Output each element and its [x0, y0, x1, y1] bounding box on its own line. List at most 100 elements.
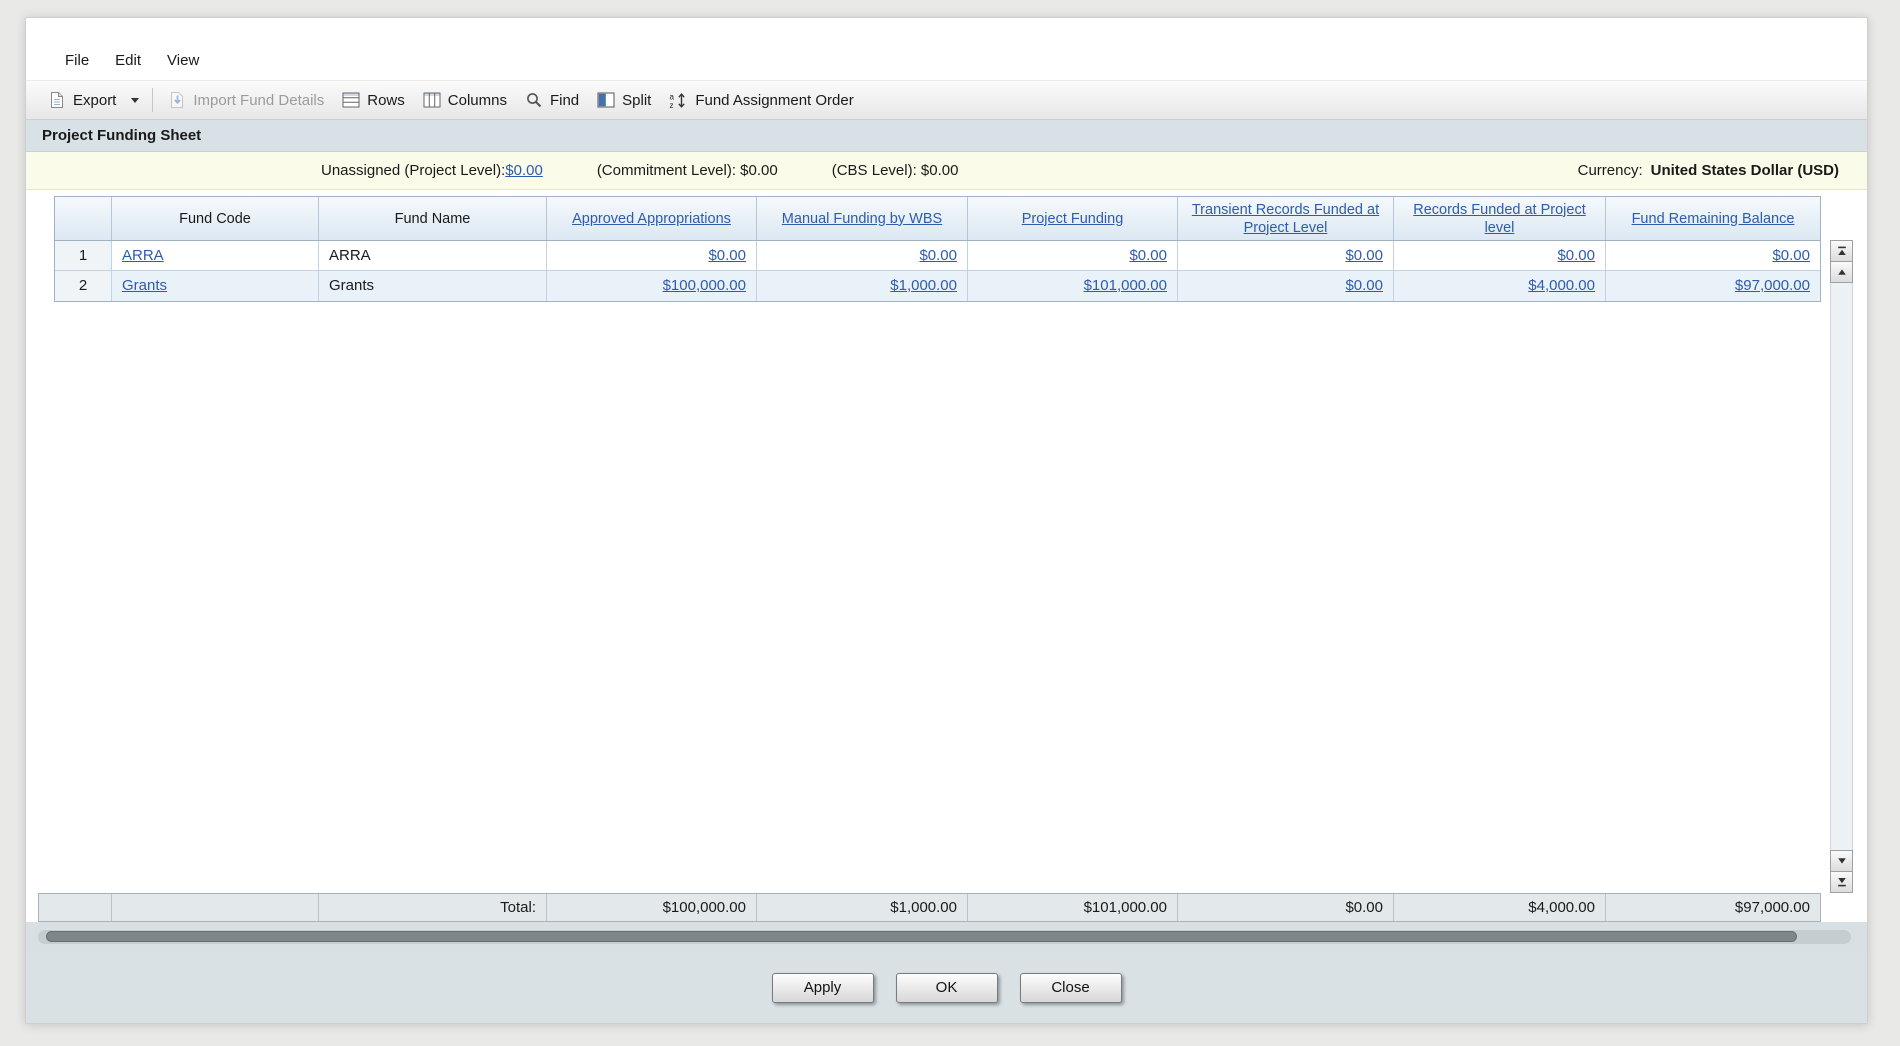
table-header-row: Fund Code Fund Name Approved Appropriati…: [55, 197, 1820, 241]
column-header-fund-code: Fund Code: [179, 210, 251, 227]
total-label: Total:: [319, 894, 547, 921]
approved-appropriations-link[interactable]: $0.00: [708, 247, 746, 264]
triangle-up-icon: [1837, 264, 1847, 281]
export-button[interactable]: Export: [40, 87, 125, 113]
currency-value: United States Dollar (USD): [1650, 162, 1839, 179]
total-transient-records: $0.00: [1178, 894, 1394, 921]
project-funding-link[interactable]: $101,000.00: [1084, 277, 1167, 294]
total-records-funded: $4,000.00: [1394, 894, 1606, 921]
triangle-down-bar-icon: [1837, 874, 1847, 891]
menu-view[interactable]: View: [154, 49, 212, 72]
columns-icon: [423, 92, 441, 108]
import-fund-details-label: Import Fund Details: [193, 91, 325, 109]
fund-name-cell: ARRA: [319, 241, 547, 270]
funding-table: Fund Code Fund Name Approved Appropriati…: [54, 196, 1821, 302]
fund-remaining-balance-link[interactable]: $0.00: [1772, 247, 1810, 264]
fund-code-link[interactable]: Grants: [122, 277, 167, 294]
approved-appropriations-link[interactable]: $100,000.00: [663, 277, 746, 294]
import-fund-details-button: Import Fund Details: [160, 87, 333, 113]
footer-bar: Apply OK Close: [26, 952, 1867, 1023]
scroll-down-button[interactable]: [1830, 850, 1853, 872]
total-spacer-cell: [112, 894, 319, 921]
fund-remaining-balance-link[interactable]: $97,000.00: [1735, 277, 1810, 294]
ok-button[interactable]: OK: [895, 972, 998, 1003]
scroll-to-bottom-button[interactable]: [1830, 871, 1853, 893]
currency-label: Currency:: [1577, 162, 1643, 179]
row-number-column-header: [55, 197, 112, 240]
records-funded-link[interactable]: $0.00: [1557, 247, 1595, 264]
row-number: 2: [55, 271, 112, 301]
unassigned-project-value-link[interactable]: $0.00: [505, 162, 543, 179]
table-row: 2 Grants Grants $100,000.00 $1,000.00 $1…: [55, 271, 1820, 301]
triangle-up-bar-icon: [1837, 243, 1847, 260]
summary-left: Unassigned (Project Level):$0.00 (Commit…: [321, 162, 958, 179]
column-header-manual-funding-by-wbs[interactable]: Manual Funding by WBS: [782, 210, 942, 228]
project-funding-sheet-window: File Edit View Export Import Fund Detail…: [25, 17, 1868, 1024]
menu-bar: File Edit View: [26, 18, 1867, 80]
split-button[interactable]: Split: [588, 88, 660, 113]
fund-name-cell: Grants: [319, 271, 547, 301]
find-button[interactable]: Find: [516, 87, 588, 113]
column-header-approved-appropriations[interactable]: Approved Appropriations: [572, 210, 731, 228]
row-number: 1: [55, 241, 112, 270]
funding-table-area: Fund Code Fund Name Approved Appropriati…: [26, 196, 1867, 893]
vertical-scrollbar[interactable]: [1830, 240, 1853, 893]
vertical-scroll-track[interactable]: [1831, 282, 1852, 851]
column-header-transient-records[interactable]: Transient Records Funded at Project Leve…: [1184, 201, 1387, 237]
records-funded-link[interactable]: $4,000.00: [1528, 277, 1595, 294]
toolbar-separator: [152, 88, 154, 112]
total-project-funding: $101,000.00: [968, 894, 1178, 921]
export-label: Export: [73, 91, 117, 109]
menu-edit[interactable]: Edit: [102, 49, 154, 72]
scroll-up-button[interactable]: [1830, 261, 1853, 283]
cbs-level-text: (CBS Level): $0.00: [831, 162, 959, 179]
column-header-fund-remaining-balance[interactable]: Fund Remaining Balance: [1632, 210, 1795, 228]
manual-funding-link[interactable]: $1,000.00: [890, 277, 957, 294]
total-fund-remaining-balance: $97,000.00: [1734, 899, 1810, 916]
column-header-records-funded[interactable]: Records Funded at Project level: [1400, 201, 1599, 237]
total-row: Total: $100,000.00 $1,000.00 $101,000.00…: [38, 893, 1821, 922]
transient-records-link[interactable]: $0.00: [1345, 247, 1383, 264]
apply-button[interactable]: Apply: [771, 972, 874, 1003]
fund-code-link[interactable]: ARRA: [122, 247, 164, 264]
unassigned-project-label: Unassigned (Project Level):: [321, 162, 506, 179]
sheet-title-bar: Project Funding Sheet: [26, 120, 1867, 152]
columns-button[interactable]: Columns: [414, 88, 516, 113]
total-approved-appropriations: $100,000.00: [547, 894, 757, 921]
split-label: Split: [622, 91, 652, 109]
rows-icon: [342, 92, 360, 108]
rows-button[interactable]: Rows: [333, 88, 414, 113]
chevron-down-icon: [131, 97, 140, 103]
fund-assignment-order-label: Fund Assignment Order: [695, 91, 854, 109]
page-title: Project Funding Sheet: [42, 127, 202, 144]
horizontal-scrollbar-area: [26, 922, 1867, 952]
svg-text:z: z: [670, 101, 674, 109]
horizontal-scroll-track[interactable]: [38, 930, 1851, 944]
currency-area: Currency: United States Dollar (USD): [1578, 162, 1839, 179]
scroll-to-top-button[interactable]: [1830, 240, 1853, 262]
toolbar: Export Import Fund Details Rows Columns: [26, 80, 1867, 120]
menu-file[interactable]: File: [52, 49, 102, 72]
total-manual-funding: $1,000.00: [757, 894, 968, 921]
split-icon: [597, 92, 615, 108]
find-label: Find: [549, 91, 580, 109]
search-icon: [525, 91, 543, 109]
sort-order-icon: az: [669, 92, 688, 109]
column-header-project-funding[interactable]: Project Funding: [1022, 210, 1124, 228]
columns-label: Columns: [447, 91, 507, 109]
commitment-level-text: (Commitment Level): $0.00: [596, 162, 778, 179]
close-button[interactable]: Close: [1019, 972, 1122, 1003]
unassigned-project-level: Unassigned (Project Level):$0.00: [321, 162, 543, 179]
project-funding-link[interactable]: $0.00: [1129, 247, 1167, 264]
column-header-fund-name: Fund Name: [394, 210, 471, 227]
import-icon: [169, 91, 186, 109]
table-row: 1 ARRA ARRA $0.00 $0.00 $0.00 $0.00 $0.0…: [55, 241, 1820, 271]
triangle-down-icon: [1837, 853, 1847, 870]
horizontal-scroll-thumb[interactable]: [46, 931, 1797, 942]
export-dropdown-button[interactable]: [125, 94, 145, 107]
fund-assignment-order-button[interactable]: az Fund Assignment Order: [660, 88, 862, 113]
manual-funding-link[interactable]: $0.00: [919, 247, 957, 264]
summary-bar: Unassigned (Project Level):$0.00 (Commit…: [26, 152, 1867, 190]
transient-records-link[interactable]: $0.00: [1345, 277, 1383, 294]
total-spacer-cell: [39, 894, 112, 921]
